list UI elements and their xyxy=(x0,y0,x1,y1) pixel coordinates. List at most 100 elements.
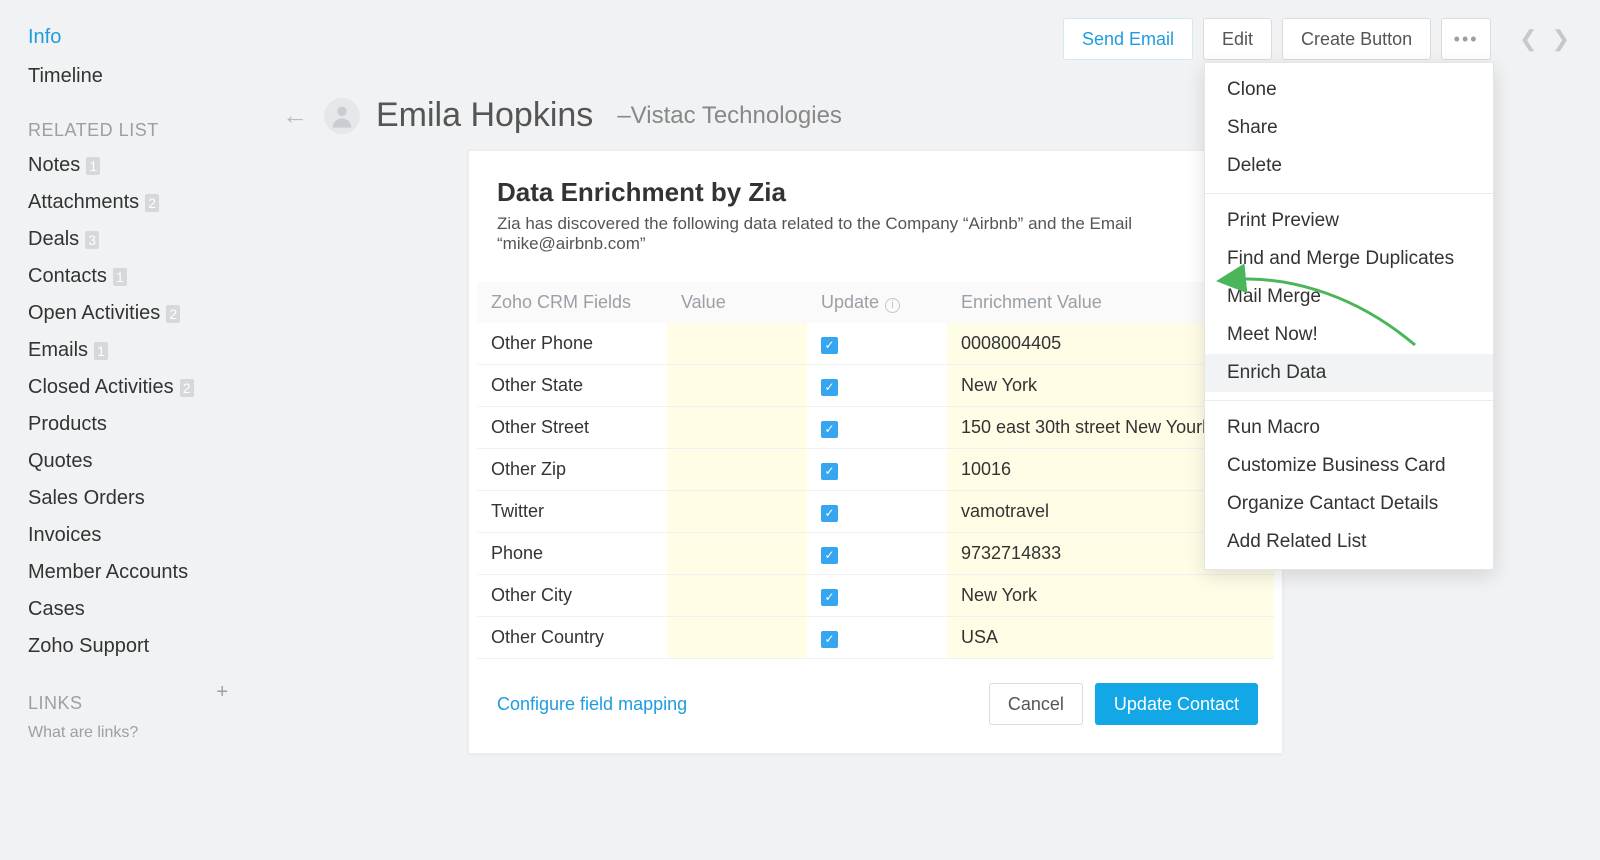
menu-item-enrich-data[interactable]: Enrich Data xyxy=(1205,354,1493,392)
cell-field: Twitter xyxy=(477,491,667,533)
table-row: Phone✓9732714833 xyxy=(477,533,1274,575)
cell-update: ✓ xyxy=(807,365,947,407)
more-actions-button[interactable]: ••• xyxy=(1441,18,1491,60)
more-actions-menu: CloneShareDelete Print PreviewFind and M… xyxy=(1204,62,1494,570)
cell-value xyxy=(667,575,807,617)
configure-field-mapping-link[interactable]: Configure field mapping xyxy=(497,694,687,715)
sidebar-item-closed-activities[interactable]: Closed Activities2 xyxy=(28,369,250,406)
table-row: Twitter✓vamotravel xyxy=(477,491,1274,533)
col-value: Value xyxy=(667,282,807,323)
menu-item-mail-merge[interactable]: Mail Merge xyxy=(1205,278,1493,316)
cell-field: Other City xyxy=(477,575,667,617)
badge: 2 xyxy=(180,379,194,397)
cell-value xyxy=(667,617,807,659)
menu-item-find-and-merge-duplicates[interactable]: Find and Merge Duplicates xyxy=(1205,240,1493,278)
create-button-button[interactable]: Create Button xyxy=(1282,18,1431,60)
badge: 1 xyxy=(86,157,100,175)
back-arrow-icon[interactable]: ← xyxy=(282,100,308,131)
update-checkbox[interactable]: ✓ xyxy=(821,421,838,438)
cell-field: Other State xyxy=(477,365,667,407)
main: Send Email Edit Create Button ••• ❮ ❯ ← … xyxy=(250,0,1600,860)
cell-update: ✓ xyxy=(807,575,947,617)
sidebar: Info Timeline RELATED LIST Notes1 Attach… xyxy=(0,0,250,860)
sidebar-tab-info[interactable]: Info xyxy=(28,18,250,57)
update-checkbox[interactable]: ✓ xyxy=(821,589,838,606)
cell-field: Other Zip xyxy=(477,449,667,491)
table-row: Other State✓New York xyxy=(477,365,1274,407)
cell-update: ✓ xyxy=(807,533,947,575)
edit-button[interactable]: Edit xyxy=(1203,18,1272,60)
avatar xyxy=(324,98,360,134)
table-row: Other Country✓USA xyxy=(477,617,1274,659)
sidebar-item-attachments[interactable]: Attachments2 xyxy=(28,184,250,221)
info-icon[interactable]: i xyxy=(885,298,900,313)
cell-value xyxy=(667,491,807,533)
sidebar-item-member-accounts[interactable]: Member Accounts xyxy=(28,554,250,591)
menu-item-run-macro[interactable]: Run Macro xyxy=(1205,409,1493,447)
contact-name: Emila Hopkins xyxy=(376,96,593,135)
company-name: –Vistac Technologies xyxy=(617,102,842,130)
cell-field: Other Phone xyxy=(477,323,667,365)
update-checkbox[interactable]: ✓ xyxy=(821,505,838,522)
cell-enrichment-value: USA xyxy=(947,617,1274,659)
menu-item-print-preview[interactable]: Print Preview xyxy=(1205,202,1493,240)
cell-enrichment-value: New York xyxy=(947,575,1274,617)
col-crm-field: Zoho CRM Fields xyxy=(477,282,667,323)
cell-value xyxy=(667,407,807,449)
topbar: Send Email Edit Create Button ••• ❮ ❯ xyxy=(1063,18,1570,60)
sidebar-item-contacts[interactable]: Contacts1 xyxy=(28,258,250,295)
cell-update: ✓ xyxy=(807,491,947,533)
table-row: Other Zip✓10016 xyxy=(477,449,1274,491)
dialog-subtitle: Zia has discovered the following data re… xyxy=(497,214,1254,254)
update-checkbox[interactable]: ✓ xyxy=(821,337,838,354)
sidebar-item-invoices[interactable]: Invoices xyxy=(28,517,250,554)
sidebar-item-products[interactable]: Products xyxy=(28,406,250,443)
cell-update: ✓ xyxy=(807,407,947,449)
sidebar-tab-timeline[interactable]: Timeline xyxy=(28,57,250,96)
badge: 2 xyxy=(166,305,180,323)
sidebar-item-emails[interactable]: Emails1 xyxy=(28,332,250,369)
update-checkbox[interactable]: ✓ xyxy=(821,463,838,480)
table-row: Other City ✓ New York xyxy=(477,575,1274,617)
table-row: Other Phone✓0008004405 xyxy=(477,323,1274,365)
menu-item-share[interactable]: Share xyxy=(1205,109,1493,147)
enrichment-table: Zoho CRM Fields Value Updatei Enrichment… xyxy=(477,282,1274,659)
update-checkbox[interactable]: ✓ xyxy=(821,379,838,396)
sidebar-item-sales-orders[interactable]: Sales Orders xyxy=(28,480,250,517)
sidebar-item-notes[interactable]: Notes1 xyxy=(28,147,250,184)
links-hint[interactable]: What are links? xyxy=(28,720,250,742)
cell-value xyxy=(667,365,807,407)
add-link-icon[interactable]: + xyxy=(216,681,228,704)
menu-item-add-related-list[interactable]: Add Related List xyxy=(1205,523,1493,561)
update-checkbox[interactable]: ✓ xyxy=(821,547,838,564)
next-record-icon[interactable]: ❯ xyxy=(1552,26,1570,52)
dialog-title: Data Enrichment by Zia xyxy=(497,177,1254,208)
prev-record-icon[interactable]: ❮ xyxy=(1519,26,1537,52)
links-heading: LINKS xyxy=(28,693,83,714)
badge: 1 xyxy=(113,268,127,286)
menu-item-delete[interactable]: Delete xyxy=(1205,147,1493,185)
sidebar-item-quotes[interactable]: Quotes xyxy=(28,443,250,480)
cell-value xyxy=(667,533,807,575)
cell-update: ✓ xyxy=(807,449,947,491)
sidebar-item-zoho-support[interactable]: Zoho Support xyxy=(28,628,250,665)
menu-item-organize-cantact-details[interactable]: Organize Cantact Details xyxy=(1205,485,1493,523)
cell-field: Phone xyxy=(477,533,667,575)
cancel-button[interactable]: Cancel xyxy=(989,683,1083,725)
menu-item-meet-now-[interactable]: Meet Now! xyxy=(1205,316,1493,354)
badge: 3 xyxy=(85,231,99,249)
update-contact-button[interactable]: Update Contact xyxy=(1095,683,1258,725)
badge: 2 xyxy=(145,194,159,212)
table-row: Other Street✓150 east 30th street New Yo… xyxy=(477,407,1274,449)
record-titlebar: ← Emila Hopkins –Vistac Technologies xyxy=(282,96,842,135)
cell-update: ✓ xyxy=(807,323,947,365)
menu-item-clone[interactable]: Clone xyxy=(1205,71,1493,109)
sidebar-item-deals[interactable]: Deals3 xyxy=(28,221,250,258)
cell-field: Other Street xyxy=(477,407,667,449)
sidebar-item-open-activities[interactable]: Open Activities2 xyxy=(28,295,250,332)
menu-item-customize-business-card[interactable]: Customize Business Card xyxy=(1205,447,1493,485)
update-checkbox[interactable]: ✓ xyxy=(821,631,838,648)
send-email-button[interactable]: Send Email xyxy=(1063,18,1193,60)
cell-value xyxy=(667,449,807,491)
sidebar-item-cases[interactable]: Cases xyxy=(28,591,250,628)
